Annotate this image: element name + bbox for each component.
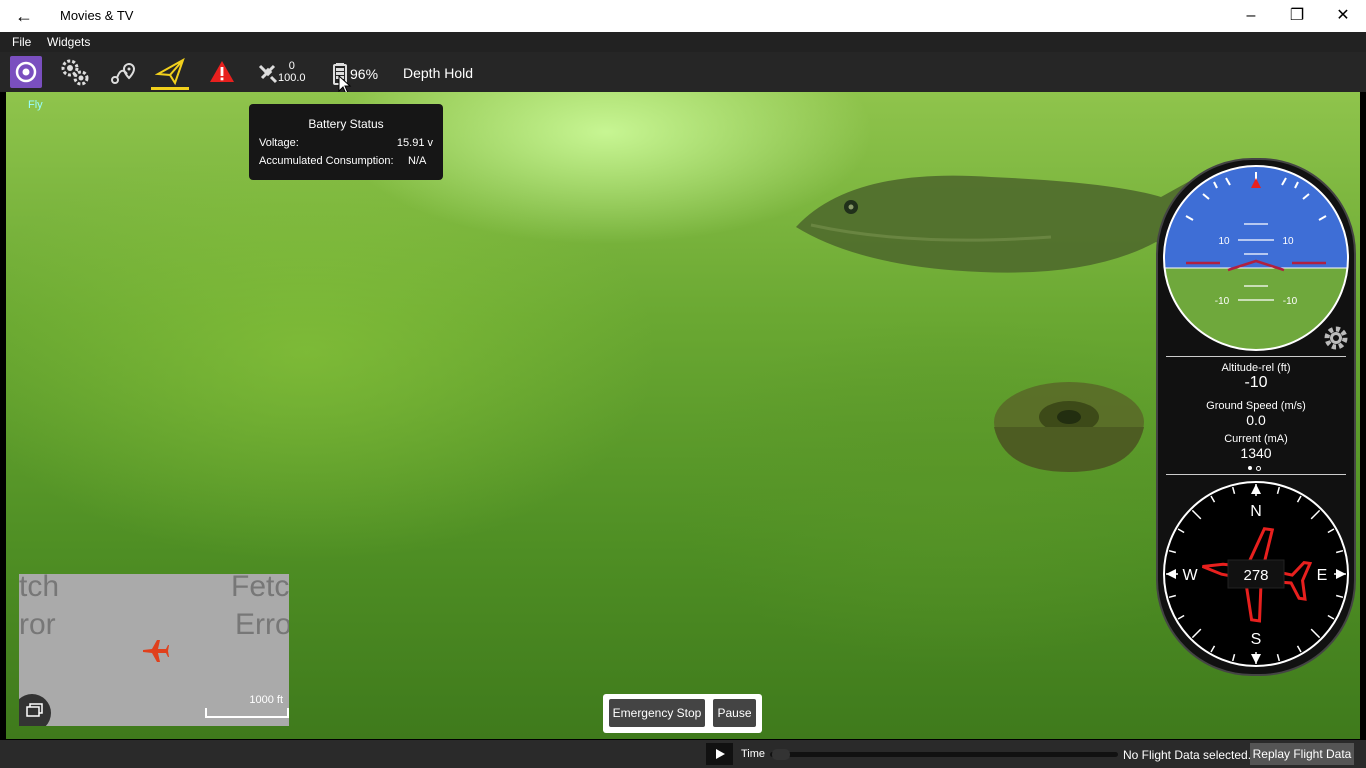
compass-south: S [1251, 631, 1262, 648]
back-arrow-icon[interactable]: ← [14, 6, 34, 26]
rock-image [994, 382, 1144, 472]
map-scale-bar [205, 708, 289, 718]
compass-heading: 278 [1243, 567, 1268, 584]
minimize-icon[interactable]: – [1228, 0, 1274, 32]
settings-gear-icon[interactable] [1322, 324, 1350, 352]
warning-icon[interactable] [206, 56, 238, 88]
fish-image [796, 172, 1206, 273]
altitude-readout: Altitude-rel (ft) -10 [1158, 362, 1354, 392]
menu-bar: File Widgets [0, 32, 1366, 52]
page-indicator[interactable] [1246, 465, 1266, 471]
altitude-label: Altitude-rel (ft) [1221, 362, 1291, 374]
fly-view-label: Fly [28, 99, 43, 111]
plan-waypoint-icon[interactable] [107, 56, 139, 88]
vehicle-plane-icon [143, 640, 169, 662]
action-buttons-panel: Emergency Stop Pause [603, 694, 762, 733]
compass-west: W [1182, 567, 1198, 584]
map-scale-label: 1000 ft [249, 694, 283, 706]
playback-bar: Time No Flight Data selected.. Replay Fl… [0, 740, 1366, 768]
map-error-text: Erro [235, 608, 289, 641]
divider [1166, 356, 1346, 357]
satellite-hdop: 100.0 [278, 72, 306, 84]
current-value: 1340 [1240, 445, 1272, 461]
map-error-text: ror [19, 608, 56, 641]
compass-dial: 278 N S W E [1163, 481, 1349, 667]
pitch-down-right-label: -10 [1283, 296, 1298, 307]
mini-map[interactable]: tch ror Fetc Erro 1000 ft [19, 574, 289, 726]
instrument-panel: 10 10 -10 -10 Altitude-rel (ft) -10 Grou… [1156, 158, 1356, 676]
timeline-slider[interactable] [770, 752, 1118, 757]
battery-percent[interactable]: 96% [350, 66, 378, 82]
voltage-value: 15.91 v [396, 137, 433, 149]
pitch-up-left-label: 10 [1218, 236, 1230, 247]
consumption-row: Accumulated Consumption: N/A [259, 155, 433, 167]
ground-speed-value: 0.0 [1246, 412, 1266, 428]
timeline-handle[interactable] [772, 749, 790, 760]
menu-widgets[interactable]: Widgets [47, 35, 90, 49]
window-titlebar: ← Movies & TV – ❐ ✕ [0, 0, 1366, 32]
consumption-value: N/A [408, 155, 427, 167]
fly-paper-plane-icon[interactable] [155, 56, 187, 88]
satellite-count: 0 [288, 60, 295, 72]
pitch-up-right-label: 10 [1282, 236, 1294, 247]
consumption-label: Accumulated Consumption: [259, 155, 394, 167]
play-button[interactable] [706, 743, 733, 765]
voltage-row: Voltage: 15.91 v [259, 137, 433, 149]
divider [1166, 474, 1346, 475]
compass-east: E [1317, 567, 1328, 584]
replay-flight-data-button[interactable]: Replay Flight Data [1250, 743, 1354, 765]
main-toolbar: 0 100.0 96% Depth Hold [0, 52, 1366, 95]
pause-button[interactable]: Pause [713, 699, 756, 727]
emergency-stop-button[interactable]: Emergency Stop [609, 699, 705, 727]
qgc-logo-icon[interactable] [10, 56, 42, 88]
gears-icon[interactable] [58, 56, 90, 88]
pitch-down-left-label: -10 [1215, 296, 1230, 307]
ground-speed-label: Ground Speed (m/s) [1206, 400, 1306, 412]
map-toggle-button[interactable] [19, 694, 51, 726]
play-icon [716, 749, 725, 759]
windows-toggle-icon [26, 703, 43, 717]
compass-north: N [1250, 503, 1262, 520]
map-error-text: tch [19, 574, 60, 603]
ground-speed-readout: Ground Speed (m/s) 0.0 [1158, 400, 1354, 428]
time-label: Time [741, 748, 766, 760]
flight-data-status: No Flight Data selected.. [1123, 748, 1255, 762]
current-label: Current (mA) [1224, 433, 1288, 445]
map-error-text: Fetc [231, 574, 289, 603]
active-tab-indicator [151, 87, 189, 90]
flight-mode-selector[interactable]: Depth Hold [403, 65, 473, 81]
close-icon[interactable]: ✕ [1320, 0, 1366, 32]
battery-status-tooltip: Battery Status Voltage: 15.91 v Accumula… [249, 104, 443, 180]
window-title: Movies & TV [60, 8, 134, 23]
altitude-value: -10 [1244, 374, 1268, 391]
menu-file[interactable]: File [12, 35, 31, 49]
current-readout: Current (mA) 1340 [1158, 433, 1354, 461]
satellite-readout[interactable]: 0 100.0 [278, 60, 306, 84]
tooltip-title: Battery Status [308, 117, 384, 131]
restore-icon[interactable]: ❐ [1274, 0, 1320, 32]
voltage-label: Voltage: [259, 137, 299, 149]
